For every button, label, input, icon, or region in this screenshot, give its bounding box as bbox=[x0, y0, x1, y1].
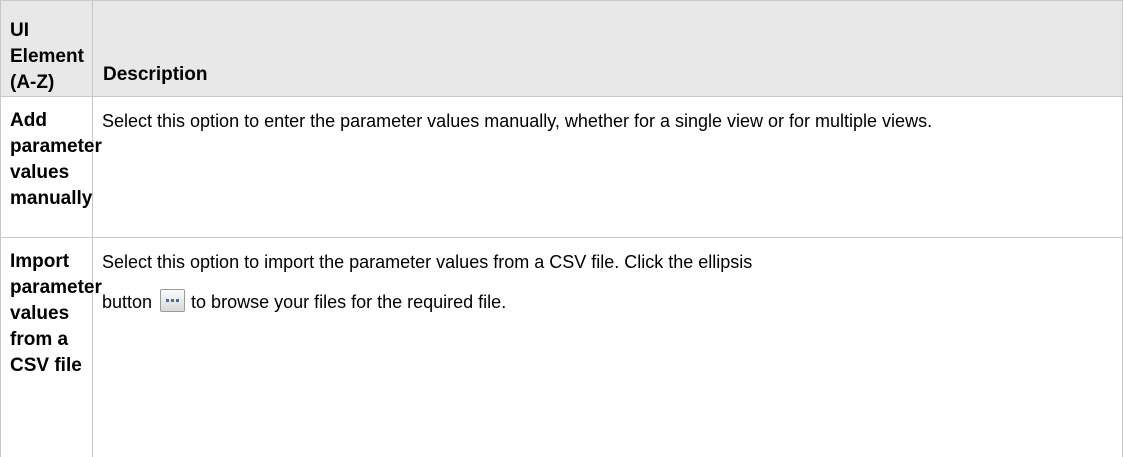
ellipsis-dots-icon bbox=[166, 298, 180, 302]
header-ui-element: UI Element (A-Z) bbox=[0, 0, 93, 97]
table-header-row: UI Element (A-Z) Description bbox=[0, 0, 1123, 97]
table-row: Import parameter values from a CSV file … bbox=[0, 237, 1123, 457]
ellipsis-button-icon bbox=[160, 288, 186, 312]
element-name: Add parameter values manually bbox=[0, 96, 102, 238]
element-description: Select this option to import the paramet… bbox=[92, 237, 1123, 457]
header-description: Description bbox=[92, 0, 1123, 97]
description-text-after-icon: to browse your files for the required fi… bbox=[191, 292, 507, 312]
description-line-1: Select this option to import the paramet… bbox=[102, 252, 753, 272]
ui-element-table: UI Element (A-Z) Description Add paramet… bbox=[0, 0, 1123, 457]
table-row: Add parameter values manually Select thi… bbox=[0, 96, 1123, 238]
description-line-2: button to browse your files for the requi… bbox=[102, 280, 1114, 324]
element-description: Select this option to enter the paramete… bbox=[92, 96, 1123, 238]
element-name: Import parameter values from a CSV file bbox=[0, 237, 102, 457]
description-text-before-icon: button bbox=[102, 292, 153, 312]
